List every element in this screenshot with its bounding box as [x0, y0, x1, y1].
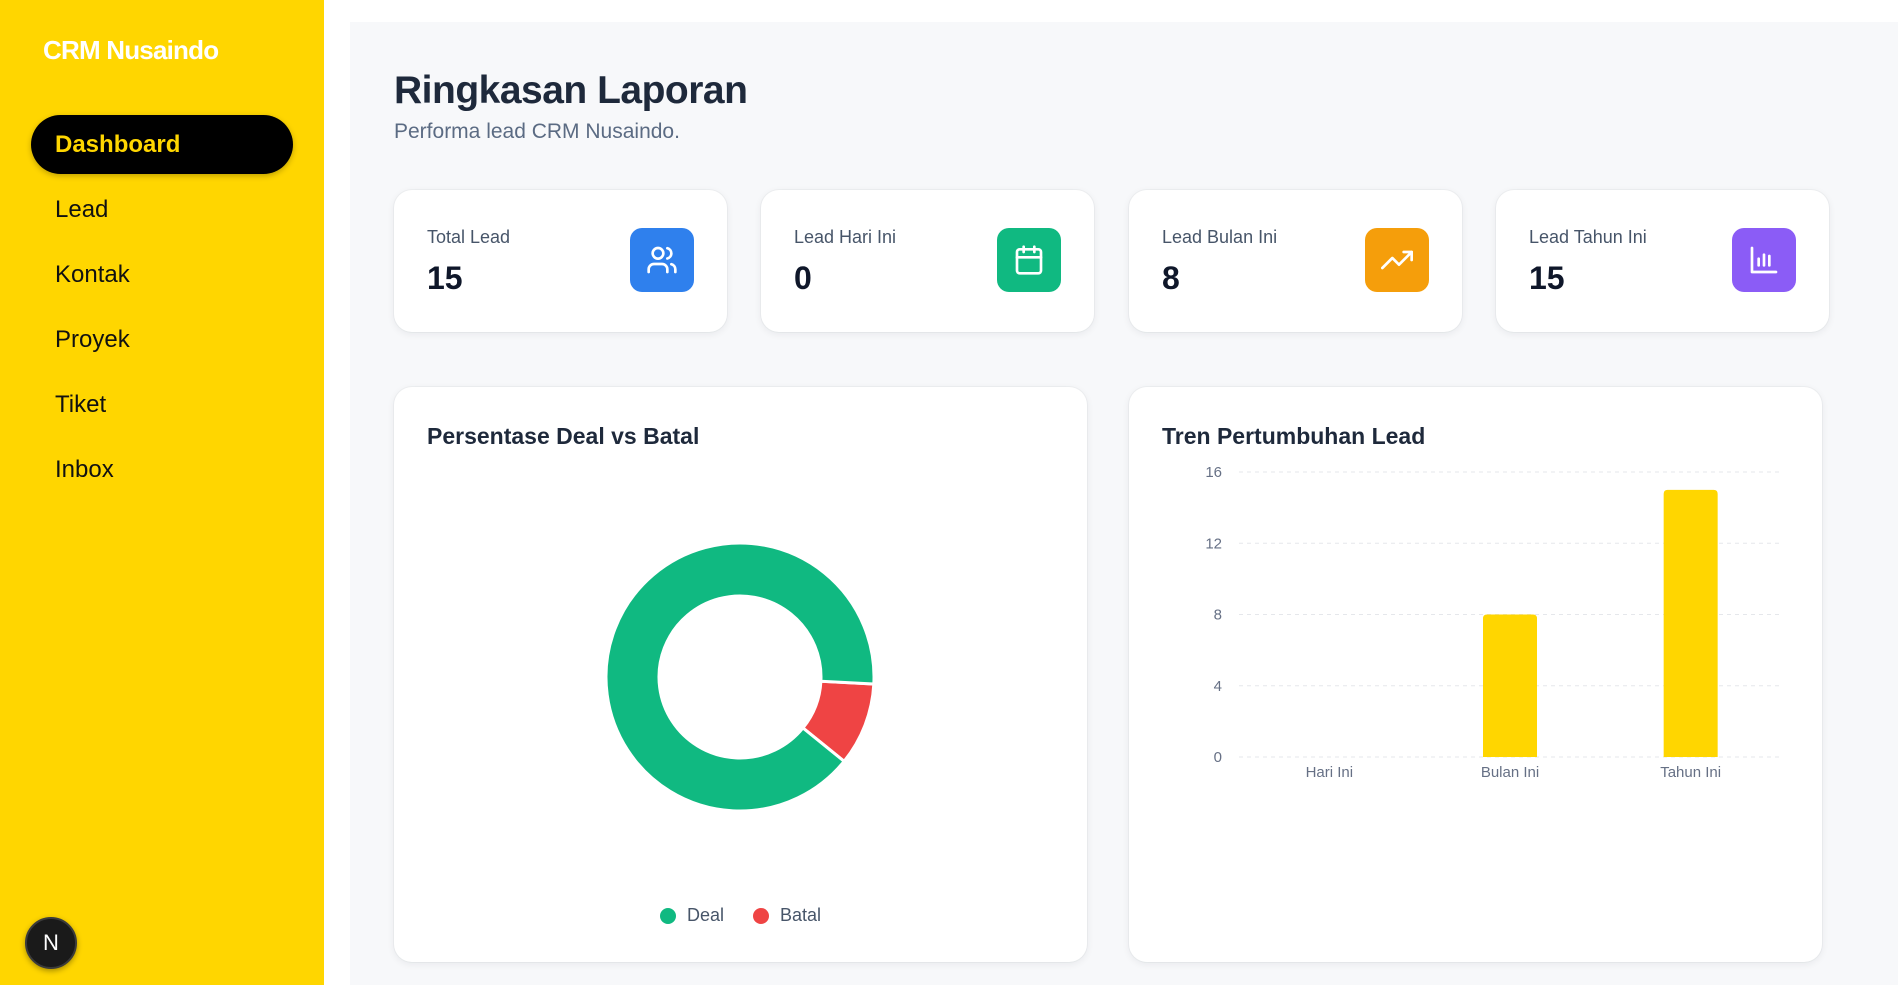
y-tick-label: 12: [1205, 535, 1222, 552]
stat-card-total-lead: Total Lead 15: [394, 190, 727, 332]
y-tick-label: 8: [1214, 607, 1222, 624]
bar-bulan-ini[interactable]: [1483, 614, 1537, 758]
sidebar: CRM Nusaindo Dashboard Lead Kontak Proye…: [0, 0, 324, 985]
stat-value: 15: [1529, 260, 1565, 296]
x-tick-label: Hari Ini: [1306, 764, 1354, 781]
stat-label: Total Lead: [427, 227, 511, 247]
sidebar-item-lead[interactable]: Lead: [31, 180, 293, 239]
legend-label: Batal: [780, 905, 822, 925]
stat-value: 15: [427, 260, 463, 296]
y-tick-label: 4: [1214, 678, 1222, 695]
bar-chart-icon: [1732, 228, 1796, 292]
stat-label: Lead Hari Ini: [794, 227, 897, 247]
sidebar-item-label: Proyek: [55, 326, 130, 353]
stat-card-lead-bulan-ini: Lead Bulan Ini 8: [1129, 190, 1462, 332]
page-title: Ringkasan Laporan: [394, 69, 748, 112]
x-tick-label: Tahun Ini: [1660, 764, 1721, 781]
page-subtitle: Performa lead CRM Nusaindo.: [394, 120, 680, 143]
stat-value: 0: [794, 260, 812, 296]
donut-chart: [604, 541, 876, 813]
y-tick-label: 16: [1205, 464, 1222, 481]
legend-item-batal[interactable]: Batal: [753, 905, 821, 926]
bar-chart: 0 4 8 12 16 Hari Ini Bulan Ini Tahun Ini: [1205, 464, 1781, 781]
legend-item-deal[interactable]: Deal: [659, 905, 724, 926]
sidebar-nav: Dashboard Lead Kontak Proyek Tiket Inbox: [31, 115, 293, 505]
stat-card-lead-hari-ini: Lead Hari Ini 0: [761, 190, 1094, 332]
sidebar-item-label: Dashboard: [55, 131, 181, 158]
sidebar-item-label: Lead: [55, 196, 109, 223]
dev-indicator-button[interactable]: N: [25, 917, 77, 969]
app-root: CRM Nusaindo Dashboard Lead Kontak Proye…: [0, 0, 1898, 985]
sidebar-item-dashboard[interactable]: Dashboard: [31, 115, 293, 174]
stat-value: 8: [1162, 260, 1180, 296]
legend-dot-deal: [659, 907, 676, 924]
legend-dot-batal: [753, 907, 769, 924]
users-icon: [630, 228, 694, 292]
lead-growth-card: Tren Pertumbuhan Lead 0 4 8 12 16 Hari Ini Bul…: [1129, 387, 1822, 962]
calendar-icon: [997, 228, 1061, 292]
sidebar-item-label: Kontak: [55, 261, 130, 288]
y-tick-label: 0: [1214, 749, 1222, 766]
sidebar-item-inbox[interactable]: Inbox: [31, 440, 293, 499]
donut-slice-deal[interactable]: [604, 541, 876, 813]
x-tick-label: Bulan Ini: [1481, 764, 1539, 781]
stat-card-lead-tahun-ini: Lead Tahun Ini 15: [1496, 190, 1829, 332]
bar-tahun-ini[interactable]: [1663, 489, 1718, 757]
sidebar-item-kontak[interactable]: Kontak: [31, 245, 293, 304]
deal-vs-batal-card: Persentase Deal vs Batal Deal Batal: [394, 387, 1087, 962]
sidebar-item-tiket[interactable]: Tiket: [31, 375, 293, 434]
legend-label: Deal: [686, 905, 724, 925]
stat-label: Lead Bulan Ini: [1162, 227, 1278, 247]
stat-label: Lead Tahun Ini: [1529, 227, 1647, 247]
brand-logo[interactable]: CRM Nusaindo: [43, 35, 219, 66]
sidebar-item-label: Tiket: [55, 391, 107, 418]
chart-legend: Deal Batal: [394, 905, 1087, 929]
sidebar-item-proyek[interactable]: Proyek: [31, 310, 293, 369]
main-content: Ringkasan Laporan Performa lead CRM Nusa…: [350, 22, 1898, 985]
sidebar-item-label: Inbox: [55, 456, 114, 483]
trending-up-icon: [1365, 228, 1429, 292]
